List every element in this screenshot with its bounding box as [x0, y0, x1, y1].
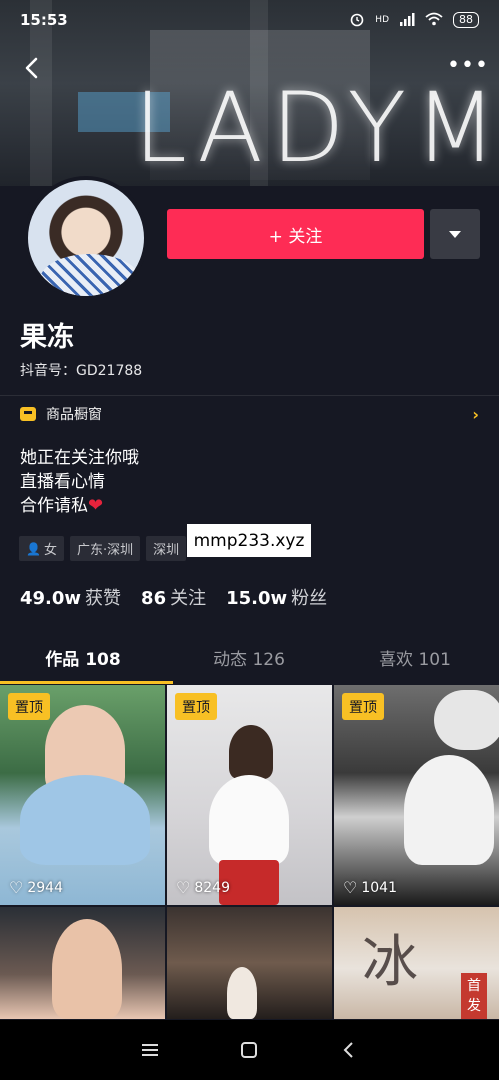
- video-thumbnail[interactable]: 置顶 ♡ 1041: [334, 685, 499, 905]
- banner-sign: LADYM: [133, 72, 499, 184]
- like-count-value: 1041: [361, 879, 397, 896]
- tag-label: 深圳: [153, 543, 180, 558]
- chevron-right-icon: ›: [472, 404, 479, 424]
- shop-window-icon: [20, 407, 36, 421]
- heart-icon: ❤: [88, 495, 104, 516]
- tab-likes[interactable]: 喜欢 101: [332, 638, 498, 682]
- caret-down-icon: [449, 230, 461, 238]
- thumbnail-figure: [209, 775, 289, 865]
- back-arrow-icon[interactable]: [18, 54, 46, 82]
- video-grid: 置顶 ♡ 2944 置顶 ♡ 8249 置顶 ♡ 1041 冰 首发: [0, 685, 499, 1019]
- stat-value: 86: [141, 588, 167, 609]
- heart-icon: ♡: [9, 878, 24, 897]
- profile-uid: 抖音号：GD21788: [20, 363, 143, 379]
- stat-label: 关注: [170, 588, 207, 609]
- like-count-value: 2944: [27, 879, 63, 896]
- thumbnail-figure: [52, 919, 122, 1019]
- avatar[interactable]: [24, 176, 148, 300]
- like-count: ♡ 8249: [176, 878, 230, 897]
- pinned-badge: 置顶: [8, 693, 50, 720]
- thumbnail-figure: [227, 967, 257, 1019]
- tab-works[interactable]: 作品 108: [0, 638, 173, 684]
- pinned-badge: 置顶: [342, 693, 384, 720]
- video-thumbnail[interactable]: 置顶 ♡ 2944: [0, 685, 165, 905]
- back-icon[interactable]: [334, 1035, 364, 1065]
- tab-moments[interactable]: 动态 126: [166, 638, 332, 682]
- follow-button[interactable]: + 关注: [167, 209, 424, 259]
- alarm-icon: [349, 11, 365, 30]
- stat-label: 粉丝: [291, 588, 328, 609]
- profile-stats: 49.0w 获赞 86 关注 15.0w 粉丝: [20, 584, 327, 610]
- bio-line-text: 合作请私: [20, 496, 88, 516]
- thumbnail-figure: [434, 690, 499, 750]
- female-icon: 👤: [26, 541, 41, 556]
- content-tabs: 作品 108 动态 126 喜欢 101: [0, 638, 499, 684]
- system-nav-bar: [0, 1020, 499, 1080]
- overlay-watermark: mmp233.xyz: [187, 524, 311, 557]
- thumbnail-figure: [20, 775, 150, 865]
- stat-label: 获赞: [85, 588, 122, 609]
- tag-gender: 👤 女: [19, 536, 64, 561]
- cover-character: 冰: [362, 930, 418, 995]
- avatar-detail: [40, 254, 140, 296]
- thumbnail-figure: [229, 725, 273, 779]
- stat-following[interactable]: 86 关注: [141, 584, 206, 610]
- shop-window-label: 商品橱窗: [46, 407, 102, 423]
- home-icon[interactable]: [234, 1035, 264, 1065]
- follow-label: + 关注: [268, 226, 323, 247]
- video-thumbnail[interactable]: 置顶 ♡ 8249: [167, 685, 332, 905]
- top-bar: •••: [0, 48, 499, 88]
- battery-level: 88: [453, 12, 479, 28]
- menu-icon[interactable]: [135, 1035, 165, 1065]
- stat-likes[interactable]: 49.0w 获赞: [20, 584, 121, 610]
- stat-value: 15.0w: [226, 588, 288, 609]
- profile-bio: 她正在关注你哦 直播看心情 合作请私❤: [20, 446, 139, 518]
- tag-city: 深圳: [146, 536, 187, 561]
- profile-name: 果冻: [20, 322, 74, 353]
- thumbnail-figure: [404, 755, 494, 865]
- like-count: ♡ 1041: [343, 878, 397, 897]
- tag-location: 广东·深圳: [69, 536, 141, 561]
- status-time: 15:53: [20, 11, 68, 29]
- first-release-stamp: 首发: [461, 973, 487, 1019]
- wifi-icon: [425, 12, 443, 29]
- like-count: ♡ 2944: [9, 878, 63, 897]
- status-icons: HD 88: [349, 11, 479, 30]
- bio-line: 合作请私❤: [20, 494, 139, 518]
- signal-icon: [399, 12, 415, 29]
- bio-line: 她正在关注你哦: [20, 448, 139, 468]
- network-label: HD: [375, 15, 389, 25]
- stat-value: 49.0w: [20, 588, 82, 609]
- like-count-value: 8249: [194, 879, 230, 896]
- shop-window-row[interactable]: 商品橱窗 ›: [0, 396, 499, 432]
- video-thumbnail[interactable]: 冰 首发: [334, 907, 499, 1019]
- heart-icon: ♡: [343, 878, 358, 897]
- video-thumbnail[interactable]: [167, 907, 332, 1019]
- more-icon[interactable]: •••: [447, 54, 488, 82]
- tag-label: 女: [43, 543, 57, 558]
- status-bar: 15:53 HD 88: [0, 0, 499, 40]
- video-thumbnail[interactable]: [0, 907, 165, 1019]
- profile-tags: 👤 女 广东·深圳 深圳: [19, 536, 187, 561]
- pinned-badge: 置顶: [175, 693, 217, 720]
- stat-followers[interactable]: 15.0w 粉丝: [226, 584, 327, 610]
- heart-icon: ♡: [176, 878, 191, 897]
- recommend-dropdown-button[interactable]: [430, 209, 480, 259]
- bio-line: 直播看心情: [20, 472, 105, 492]
- tag-label: 广东·深圳: [76, 543, 134, 558]
